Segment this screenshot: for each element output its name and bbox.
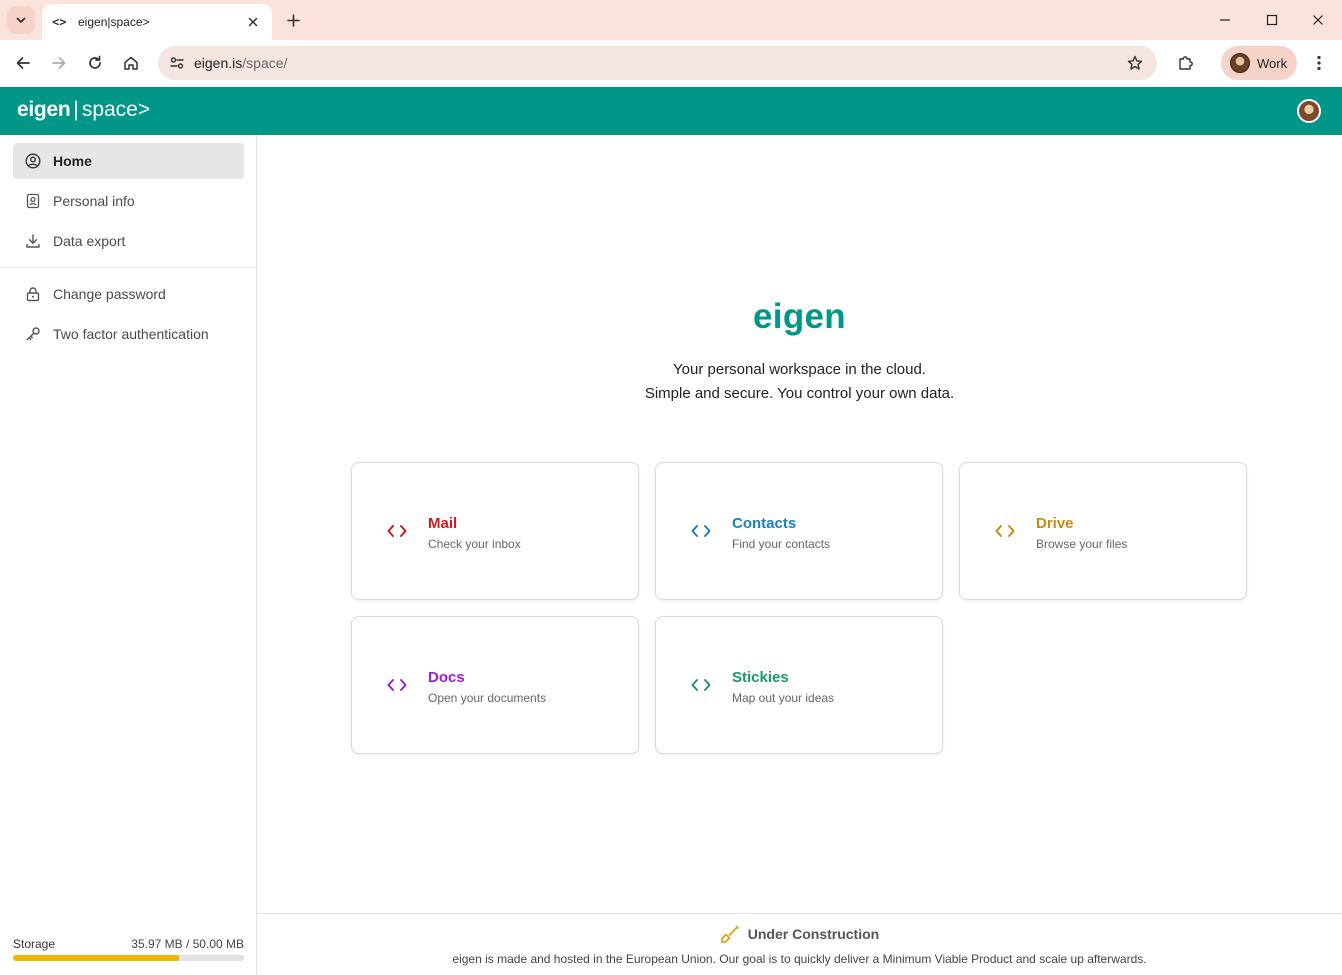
minimize-button[interactable]: [1202, 6, 1248, 34]
code-brackets-icon: [386, 675, 408, 695]
under-construction-title: Under Construction: [747, 926, 880, 942]
url-host: eigen.is: [194, 55, 243, 71]
home-icon: [124, 56, 138, 70]
profile-avatar: [1230, 53, 1250, 73]
card-subtitle: Check your inbox: [428, 537, 521, 551]
card-subtitle: Map out your ideas: [732, 691, 835, 705]
sidebar-item-personal-info[interactable]: Personal info: [13, 183, 244, 219]
profile-button[interactable]: Work: [1221, 46, 1297, 80]
sidebar-item-home[interactable]: Home: [13, 143, 244, 179]
card-title: Contacts: [732, 515, 797, 532]
arrow-right-icon: [52, 57, 66, 69]
contact-card-icon: [25, 193, 41, 209]
window-close-button[interactable]: [1295, 6, 1341, 34]
more-vertical-icon: [1317, 55, 1321, 71]
tab-title: eigen|space>: [78, 15, 150, 29]
browser-toolbar: eigen.is/space/ Work: [0, 40, 1342, 87]
maximize-icon: [1266, 14, 1278, 26]
card-subtitle: Open your documents: [428, 691, 547, 705]
shovel-icon: [720, 924, 740, 944]
url-path: /space/: [242, 55, 288, 71]
new-tab-button[interactable]: [282, 9, 304, 31]
sidebar-item-two-factor[interactable]: Two factor authentication: [13, 316, 244, 352]
close-icon: [248, 17, 258, 27]
lock-icon: [25, 286, 41, 302]
tagline-line-1: Your personal workspace in the cloud.: [673, 361, 926, 378]
chevron-down-icon: [16, 17, 26, 23]
storage-bar-fill: [13, 955, 180, 961]
tab-close-button[interactable]: [244, 13, 262, 31]
tagline-line-2: Simple and secure. You control your own …: [644, 385, 955, 402]
sidebar-divider: [0, 267, 256, 268]
arrow-left-icon: [16, 57, 30, 69]
code-brackets-icon: [690, 675, 712, 695]
app-header: eigen | space>: [0, 87, 1342, 135]
sidebar-item-label: Two factor authentication: [53, 326, 209, 342]
card-subtitle: Find your contacts: [732, 537, 831, 551]
card-title: Drive: [1036, 515, 1074, 532]
download-icon: [25, 233, 41, 249]
browser-tab[interactable]: <> eigen|space>: [42, 4, 272, 40]
site-settings-icon[interactable]: [160, 46, 194, 80]
forward-button[interactable]: [45, 49, 73, 77]
home-button[interactable]: [117, 49, 145, 77]
card-subtitle: Browse your files: [1036, 537, 1128, 551]
minimize-icon: [1220, 19, 1230, 21]
logo-secondary: space>: [81, 98, 151, 121]
sidebar-item-data-export[interactable]: Data export: [13, 223, 244, 259]
tab-search-button[interactable]: [7, 6, 35, 34]
card-title: Mail: [428, 515, 458, 532]
storage-meter: Storage 35.97 MB / 50.00 MB: [13, 937, 244, 961]
reload-button[interactable]: [81, 49, 109, 77]
user-circle-icon: [25, 153, 41, 169]
sidebar-item-label: Data export: [53, 233, 126, 249]
card-title: Stickies: [732, 669, 789, 686]
main-content: eigen Your personal workspace in the clo…: [257, 135, 1342, 975]
puzzle-icon: [1179, 56, 1193, 70]
under-construction-banner: Under Construction: [257, 924, 1342, 944]
address-bar[interactable]: eigen.is/space/: [158, 46, 1157, 80]
browser-menu-button[interactable]: [1308, 49, 1330, 77]
profile-label: Work: [1257, 55, 1288, 71]
code-brackets-icon: [994, 521, 1016, 541]
key-icon: [25, 326, 41, 342]
storage-label: Storage: [13, 937, 56, 951]
sidebar-item-change-password[interactable]: Change password: [13, 276, 244, 312]
app-card-contacts[interactable]: Contacts Find your contacts: [655, 462, 943, 600]
app-card-stickies[interactable]: Stickies Map out your ideas: [655, 616, 943, 754]
extensions-button[interactable]: [1172, 49, 1200, 77]
reload-icon: [89, 55, 101, 69]
app-card-drive[interactable]: Drive Browse your files: [959, 462, 1247, 600]
back-button[interactable]: [9, 49, 37, 77]
star-icon: [1127, 55, 1143, 70]
code-brackets-icon: [386, 521, 408, 541]
user-avatar[interactable]: [1297, 99, 1321, 123]
app-card-mail[interactable]: Mail Check your inbox: [351, 462, 639, 600]
sidebar-item-label: Home: [53, 153, 92, 169]
bookmark-star-button[interactable]: [1125, 53, 1145, 73]
tab-strip: <> eigen|space>: [0, 0, 1342, 40]
plus-icon: [286, 13, 300, 27]
storage-value: 35.97 MB / 50.00 MB: [131, 937, 244, 951]
page-footer: Under Construction eigen is made and hos…: [257, 913, 1342, 975]
sidebar: Home Personal info Data export Change pa…: [0, 135, 257, 975]
sidebar-item-label: Personal info: [53, 193, 135, 209]
code-brackets-icon: [690, 521, 712, 541]
logo-separator: |: [73, 98, 79, 121]
browser-chrome: <> eigen|space> eigen.is /space/ Work: [0, 0, 1342, 87]
brand-title: eigen: [753, 297, 846, 336]
maximize-button[interactable]: [1249, 6, 1295, 34]
logo-primary: eigen: [17, 98, 71, 121]
code-favicon-icon: <>: [52, 15, 67, 29]
card-title: Docs: [428, 669, 465, 686]
app-card-docs[interactable]: Docs Open your documents: [351, 616, 639, 754]
sidebar-item-label: Change password: [53, 286, 166, 302]
close-icon: [1313, 15, 1323, 25]
storage-bar-track: [13, 955, 244, 961]
footer-text: eigen is made and hosted in the European…: [452, 952, 1147, 966]
app-logo[interactable]: eigen | space>: [17, 98, 150, 122]
